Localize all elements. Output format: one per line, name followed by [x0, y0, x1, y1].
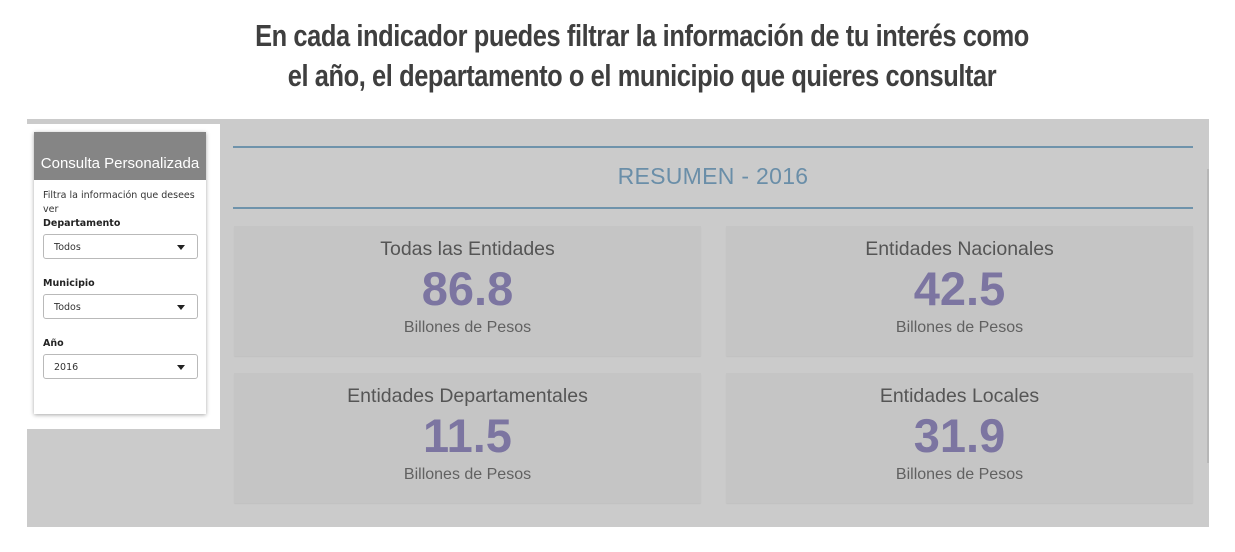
page: En cada indicador puedes filtrar la info… — [0, 0, 1235, 552]
filter-panel-title: Consulta Personalizada — [34, 132, 206, 180]
card-todas-entidades: Todas las Entidades 86.8 Billones de Pes… — [234, 226, 701, 356]
card-entidades-departamentales: Entidades Departamentales 11.5 Billones … — [234, 373, 701, 503]
filter-panel: Consulta Personalizada Filtra la informa… — [34, 132, 206, 414]
anio-select[interactable]: 2016 — [43, 354, 198, 379]
title-bottom-rule — [233, 207, 1193, 209]
card-unit: Billones de Pesos — [895, 466, 1024, 483]
title-top-rule — [233, 146, 1193, 148]
card-value: 86.8 — [421, 262, 514, 315]
card-entidades-nacionales: Entidades Nacionales 42.5 Billones de Pe… — [726, 226, 1193, 356]
caption-line-2: el año, el departamento o el municipio q… — [287, 58, 997, 93]
municipio-select[interactable]: Todos — [43, 294, 198, 319]
municipio-label: Municipio — [43, 278, 95, 289]
card-unit: Billones de Pesos — [403, 319, 532, 336]
card-title: Todas las Entidades — [380, 238, 555, 260]
card-value: 42.5 — [913, 262, 1006, 315]
card-entidades-locales: Entidades Locales 31.9 Billones de Pesos — [726, 373, 1193, 503]
departamento-label: Departamento — [43, 218, 121, 229]
card-value: 31.9 — [913, 409, 1006, 462]
card-title: Entidades Locales — [879, 385, 1040, 407]
sidebar: Consulta Personalizada Filtra la informa… — [27, 124, 220, 429]
anio-label: Año — [43, 338, 64, 349]
card-title: Entidades Departamentales — [347, 385, 588, 407]
summary-title: RESUMEN - 2016 — [617, 163, 809, 189]
caption-line-1: En cada indicador puedes filtrar la info… — [255, 18, 1029, 53]
caret-down-icon — [177, 365, 185, 370]
dashboard-screenshot: Consulta Personalizada Filtra la informa… — [27, 119, 1209, 527]
instruction-caption: En cada indicador puedes filtrar la info… — [116, 16, 1169, 96]
municipio-select-value: Todos — [54, 302, 81, 313]
anio-select-value: 2016 — [54, 362, 79, 373]
caret-down-icon — [177, 245, 185, 250]
scrollbar[interactable] — [1207, 169, 1209, 463]
caret-down-icon — [177, 305, 185, 310]
card-unit: Billones de Pesos — [895, 319, 1024, 336]
departamento-select[interactable]: Todos — [43, 234, 198, 259]
filter-panel-body: Filtra la información que desees ver Dep… — [34, 180, 206, 379]
card-value: 11.5 — [423, 409, 512, 462]
card-title: Entidades Nacionales — [865, 238, 1054, 260]
departamento-select-value: Todos — [54, 242, 81, 253]
filter-help-text: Filtra la información que desees ver — [43, 190, 195, 215]
card-unit: Billones de Pesos — [403, 466, 532, 483]
